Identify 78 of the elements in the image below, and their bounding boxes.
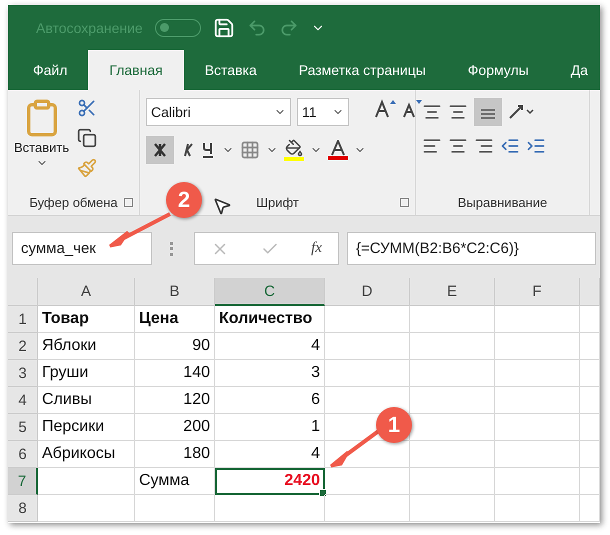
dialog-launcher-icon[interactable] [400, 198, 409, 207]
table-cell: 120 [135, 387, 215, 414]
row-header[interactable]: 5 [8, 414, 38, 441]
grow-font-icon [374, 98, 396, 118]
copy-icon [77, 128, 98, 148]
row-header[interactable]: 8 [8, 495, 38, 522]
undo-icon[interactable] [246, 18, 267, 38]
column-header[interactable]: A [38, 278, 135, 306]
table-cell [580, 414, 600, 441]
column-header[interactable]: C [215, 278, 325, 306]
scissors-icon [77, 98, 98, 118]
table-cell: Цена [135, 306, 215, 333]
table-cell: 4 [215, 333, 325, 360]
font-color-icon[interactable] [328, 140, 348, 160]
table-cell: Товар [38, 306, 135, 333]
redo-icon[interactable] [278, 18, 299, 38]
borders-icon [240, 140, 260, 160]
table-cell: 140 [135, 360, 215, 387]
save-icon[interactable] [212, 16, 235, 38]
bold-letter-icon [153, 143, 167, 157]
ribbon-tab[interactable]: Формулы [446, 50, 550, 90]
mouse-pointer-icon [212, 196, 232, 216]
align-bottom-button[interactable] [474, 98, 502, 126]
formula-field[interactable]: {=СУММ(B2:B6*C2:C6)} [347, 232, 596, 265]
table-cell [580, 360, 600, 387]
table-cell: Сливы [38, 387, 135, 414]
shrink-font-icon [402, 98, 422, 118]
table-cell [580, 441, 600, 468]
paintbrush-icon [77, 158, 98, 178]
ribbon-tab[interactable]: Главная [88, 50, 184, 90]
column-header[interactable]: B [135, 278, 215, 306]
table-cell: Яблоки [38, 333, 135, 360]
insert-function-button[interactable]: fx [311, 240, 322, 257]
row-header[interactable]: 2 [8, 333, 38, 360]
fill-color-icon[interactable] [284, 139, 304, 161]
underline-icon [200, 141, 216, 159]
table-cell: Количество [215, 306, 325, 333]
ribbon-tab[interactable]: Файл [12, 50, 88, 90]
table-cell: 90 [135, 333, 215, 360]
table-cell: 4 [215, 441, 325, 468]
table-cell: 1 [215, 414, 325, 441]
table-cell: Персики [38, 414, 135, 441]
column-header[interactable]: D [325, 278, 410, 306]
row-header[interactable]: 4 [8, 387, 38, 414]
column-header[interactable]: F [495, 278, 580, 306]
table-cell [580, 495, 600, 522]
row-header[interactable]: 3 [8, 360, 38, 387]
splitter-icon[interactable] [170, 242, 176, 256]
paste-button[interactable]: Вставить [14, 96, 70, 189]
table-cell: Сумма [135, 468, 215, 495]
ribbon-tab[interactable]: Разметка страницы [278, 50, 447, 90]
row-header[interactable]: 1 [8, 306, 38, 333]
table-cell [580, 468, 600, 495]
bold-button[interactable] [146, 136, 174, 164]
table-cell: 200 [135, 414, 215, 441]
column-header[interactable]: E [410, 278, 495, 306]
table-cell [580, 387, 600, 414]
group-label: Буфер обмена [29, 194, 118, 210]
fill-handle[interactable] [319, 489, 327, 497]
table-cell: 6 [215, 387, 325, 414]
font-name-field[interactable]: Calibri [146, 98, 291, 126]
table-cell [580, 306, 600, 333]
table-cell: Груши [38, 360, 135, 387]
group-label: Выравнивание [458, 194, 548, 210]
table-cell: 180 [135, 441, 215, 468]
table-cell: Абрикосы [38, 441, 135, 468]
ribbon-tab[interactable]: Да [550, 50, 600, 90]
group-label: Шрифт [256, 194, 299, 210]
row-header[interactable]: 6 [8, 441, 38, 468]
table-cell: 3 [215, 360, 325, 387]
font-size-field[interactable]: 11 [297, 98, 349, 126]
row-header[interactable]: 7 [8, 468, 38, 495]
table-cell: 2420 [215, 468, 325, 495]
ribbon-tab[interactable]: Вставка [184, 50, 278, 90]
autosave-toggle[interactable] [154, 18, 201, 36]
table-cell [580, 333, 600, 360]
name-box[interactable]: сумма_чек [12, 232, 152, 265]
dialog-launcher-icon[interactable] [124, 198, 133, 207]
